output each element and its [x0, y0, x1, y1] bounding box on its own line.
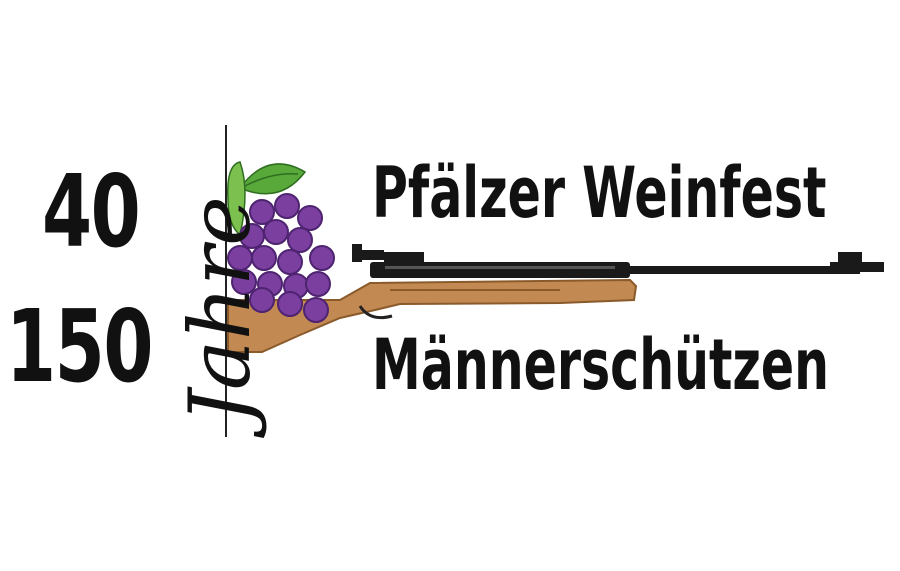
title-line-1: Pfälzer Weinfest	[372, 152, 827, 234]
event-logo: 40 150 Jahre Pfälzer Weinfest Männerschü…	[0, 0, 900, 571]
logo-artwork	[227, 161, 884, 353]
jahre-label: Jahre	[171, 196, 269, 424]
years-150: 150	[6, 288, 153, 405]
title-line-2: Männerschützen	[372, 324, 830, 406]
years-40: 40	[42, 153, 141, 270]
